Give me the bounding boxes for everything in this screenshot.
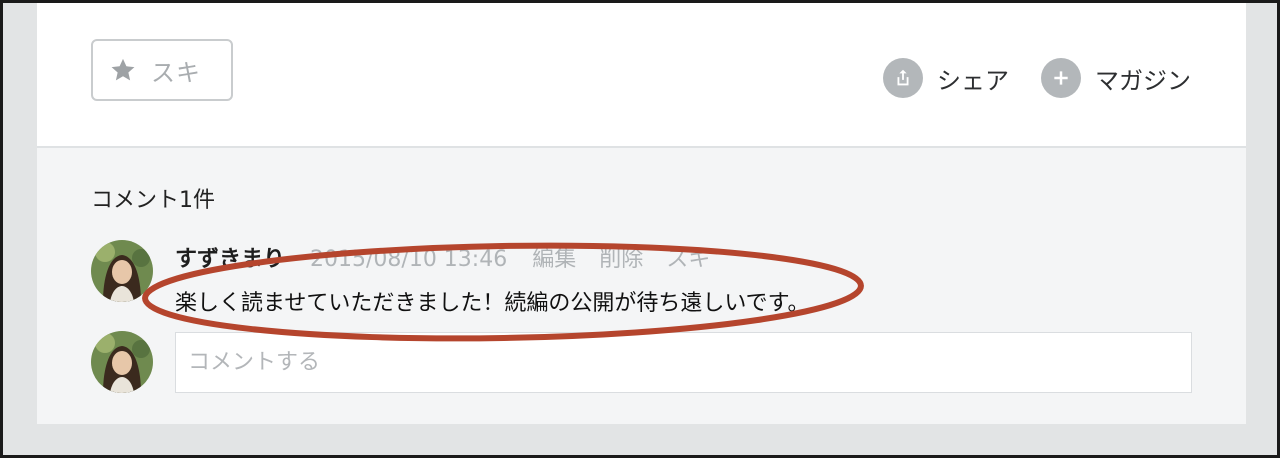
- comment-edit-link[interactable]: 編集: [532, 247, 576, 272]
- share-button[interactable]: シェア: [883, 58, 1009, 98]
- magazine-label: マガジン: [1095, 66, 1191, 95]
- share-label: シェア: [937, 66, 1009, 95]
- article-actions-bar: スキ シェア マガジン: [37, 3, 1246, 148]
- comment-meta: すずきまり 2015/08/10 13:46 編集 削除 スキ: [175, 241, 726, 273]
- comment-body: 楽しく読ませていただきました！続編の公開が待ち遠しいです。: [175, 291, 810, 316]
- plus-icon: [1041, 58, 1081, 98]
- comments-section: コメント1件 すずきまり 2015/08/10 13:46 編集 削除 スキ 楽…: [37, 148, 1246, 424]
- share-icon: [883, 58, 923, 98]
- comment-author-name[interactable]: すずきまり: [175, 247, 285, 272]
- like-button-label: スキ: [151, 58, 201, 87]
- comment-like-link[interactable]: スキ: [666, 247, 710, 272]
- star-icon: [111, 58, 135, 81]
- comment-count: コメント1件: [91, 188, 215, 213]
- add-to-magazine-button[interactable]: マガジン: [1041, 58, 1191, 98]
- comment-delete-link[interactable]: 削除: [599, 247, 643, 272]
- current-user-avatar: [91, 331, 153, 393]
- comment-input[interactable]: [175, 332, 1192, 393]
- comment-date: 2015/08/10 13:46: [310, 247, 508, 272]
- comment-author-avatar[interactable]: [91, 240, 153, 302]
- like-button[interactable]: スキ: [91, 39, 233, 101]
- screenshot-frame: スキ シェア マガジン コメント1件 すずきまり 2015/08/10 13:4…: [0, 0, 1280, 458]
